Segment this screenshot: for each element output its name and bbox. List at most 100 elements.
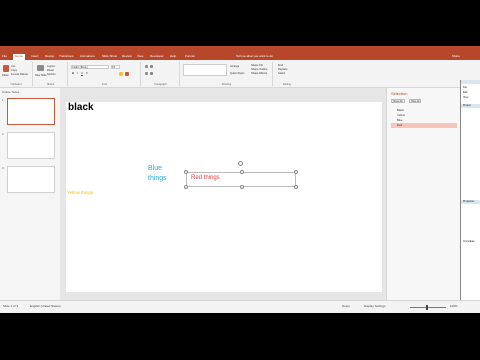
cut-button[interactable]: Cut: [11, 65, 15, 68]
vba-editor-window: File Edit View Project Properties Immedi…: [460, 80, 480, 304]
paragraph-group: Paragraph: [142, 62, 180, 86]
new-slide-button[interactable]: New Slide: [35, 74, 47, 77]
immediate-pane-title: Immediate: [463, 240, 475, 243]
red-text-box[interactable]: Red things: [184, 170, 298, 189]
reset-button[interactable]: Reset: [47, 69, 54, 72]
vba-menu-file[interactable]: File: [463, 86, 467, 89]
resize-handle-s[interactable]: [240, 185, 244, 189]
slide-thumbnails-pane: Outline Slides 1 2 3: [0, 88, 60, 300]
thumb-number-1: 1: [2, 98, 4, 102]
current-slide[interactable]: black Blue things Red things Yellow thin…: [66, 102, 382, 292]
project-pane-title: Project: [463, 104, 471, 107]
select-button[interactable]: Select: [278, 72, 285, 75]
font-group: Calibri (Body) 18 B I U S Font: [69, 62, 141, 86]
hide-all-button[interactable]: Hide All: [409, 99, 422, 103]
resize-handle-se[interactable]: [294, 185, 298, 189]
numbering-icon[interactable]: [150, 65, 153, 68]
resize-handle-ne[interactable]: [294, 170, 298, 174]
format-painter-button[interactable]: Format Painter: [11, 73, 28, 76]
align-center-icon[interactable]: [150, 72, 153, 75]
display-settings-button[interactable]: Display Settings: [364, 304, 386, 308]
shape-fill-button[interactable]: Shape Fill: [251, 64, 263, 67]
bullets-icon[interactable]: [145, 65, 148, 68]
blue-text-box[interactable]: Blue things: [148, 164, 178, 184]
editing-group: Find Replace Select Editing: [274, 62, 300, 86]
tab-transitions[interactable]: Transitions: [59, 54, 74, 59]
ribbon: Paste Cut Copy Format Painter Clipboard …: [0, 60, 480, 88]
tab-design[interactable]: Design: [45, 54, 54, 59]
paragraph-label: Paragraph: [154, 83, 167, 86]
layout-button[interactable]: Layout: [47, 65, 55, 68]
yellow-text-box[interactable]: Yellow things: [67, 190, 93, 195]
menu-bar: File Home Insert Design Transitions Anim…: [0, 53, 480, 60]
thumb-number-3: 3: [2, 166, 4, 170]
selection-item-red[interactable]: Red: [391, 123, 457, 128]
resize-handle-nw[interactable]: [184, 170, 188, 174]
drawing-label: Drawing: [221, 83, 232, 86]
align-left-icon[interactable]: [145, 72, 148, 75]
shape-effects-button[interactable]: Shape Effects: [251, 72, 267, 75]
tab-review[interactable]: Review: [122, 54, 132, 59]
bold-icon[interactable]: B: [72, 72, 74, 75]
paste-icon[interactable]: [3, 65, 9, 72]
replace-button[interactable]: Replace: [278, 68, 288, 71]
thumb-number-2: 2: [2, 132, 4, 136]
italic-icon[interactable]: I: [77, 72, 78, 75]
thumbnails-header: Outline Slides: [2, 90, 20, 94]
zoom-slider[interactable]: [410, 307, 446, 308]
new-slide-icon[interactable]: [37, 65, 44, 71]
rotate-handle[interactable]: [238, 161, 243, 166]
highlight-icon[interactable]: [119, 72, 123, 76]
slide-thumbnail-2[interactable]: [7, 132, 55, 159]
paste-button[interactable]: Paste: [2, 74, 9, 77]
slide-edit-area: black Blue things Red things Yellow thin…: [60, 88, 386, 300]
zoom-level[interactable]: 100%: [450, 304, 458, 308]
font-name-select[interactable]: Calibri (Body): [71, 65, 109, 69]
language-indicator[interactable]: English (United States): [30, 304, 61, 308]
selection-pane: Selection Show All Hide All Black Yellow…: [386, 88, 460, 300]
notes-button[interactable]: Notes: [342, 304, 350, 308]
underline-icon[interactable]: U: [81, 72, 83, 75]
properties-pane-title: Properties: [463, 200, 475, 203]
clipboard-label: Clipboard: [10, 83, 22, 86]
slide-thumbnail-3[interactable]: [7, 166, 55, 193]
slide-thumbnail-1[interactable]: [7, 98, 55, 125]
shadow-icon[interactable]: S: [86, 72, 88, 75]
resize-handle-n[interactable]: [240, 170, 244, 174]
slide-counter: Slide 1 of 3: [3, 304, 19, 308]
tab-animations[interactable]: Animations: [80, 54, 95, 59]
title-bar: [0, 46, 480, 53]
shapes-gallery[interactable]: [183, 64, 227, 76]
font-size-select[interactable]: 18: [111, 65, 120, 69]
font-label: Font: [101, 83, 108, 86]
quick-styles-button[interactable]: Quick Styles: [230, 72, 244, 75]
zoom-slider-knob[interactable]: [426, 305, 428, 310]
tab-file[interactable]: File: [2, 54, 7, 59]
slides-group: New Slide Layout Reset Section Slides: [34, 62, 68, 86]
slide-title[interactable]: black: [68, 102, 94, 113]
find-button[interactable]: Find: [278, 64, 283, 67]
show-all-button[interactable]: Show All: [391, 99, 405, 103]
clipboard-group: Paste Cut Copy Format Painter Clipboard: [0, 62, 33, 86]
section-button[interactable]: Section: [47, 73, 56, 76]
vba-menu-view[interactable]: View: [463, 96, 468, 99]
editing-label: Editing: [283, 83, 291, 86]
resize-handle-sw[interactable]: [184, 185, 188, 189]
vba-title-bar: [461, 80, 480, 84]
tab-developer[interactable]: Developer: [150, 54, 164, 59]
arrange-button[interactable]: Arrange: [230, 65, 239, 68]
font-color-icon[interactable]: [125, 72, 129, 76]
vba-menu-edit[interactable]: Edit: [463, 91, 467, 94]
tab-format[interactable]: Format: [185, 54, 195, 59]
shape-outline-button[interactable]: Shape Outline: [251, 68, 267, 71]
selection-pane-title: Selection: [391, 91, 408, 96]
tab-view[interactable]: View: [137, 54, 143, 59]
share-button[interactable]: Share: [452, 54, 460, 58]
powerpoint-window: File Home Insert Design Transitions Anim…: [0, 46, 480, 313]
tab-help[interactable]: Help: [170, 54, 176, 59]
copy-button[interactable]: Copy: [11, 69, 17, 72]
slides-label: Slides: [46, 83, 55, 86]
tell-me-search[interactable]: Tell me what you want to do: [236, 54, 273, 58]
tab-slide-show[interactable]: Slide Show: [102, 54, 117, 59]
tab-insert[interactable]: Insert: [31, 54, 39, 59]
